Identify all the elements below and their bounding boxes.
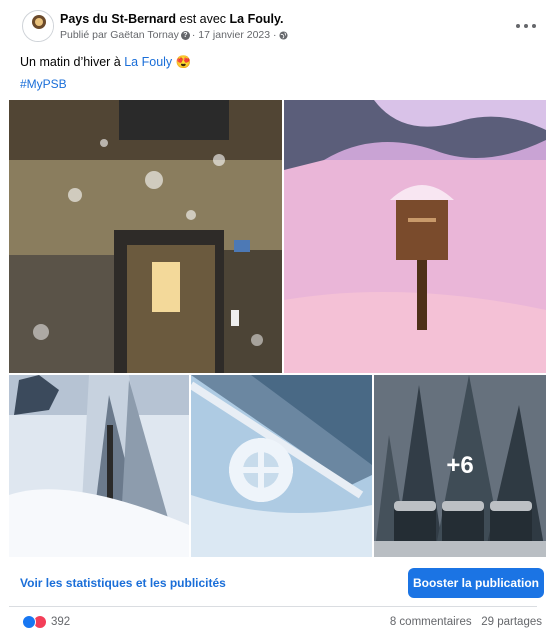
post-text: Un matin d’hiver à La Fouly 😍 xyxy=(20,55,191,70)
photo-snow-trees-more[interactable]: +6 xyxy=(374,375,546,557)
hashtag-link[interactable]: #MyPSB xyxy=(20,77,67,92)
photo-snow-forest[interactable] xyxy=(9,375,189,557)
photo-gallery: +6 xyxy=(9,100,546,557)
globe-icon xyxy=(278,31,288,40)
author-name[interactable]: Pays du St-Bernard xyxy=(60,12,176,26)
info-icon[interactable]: ? xyxy=(180,31,190,40)
post-header: Pays du St-Bernard est avec La Fouly. Pu… xyxy=(0,0,546,50)
post-text-prefix: Un matin d’hiver à xyxy=(20,55,121,69)
reaction-count: 392 xyxy=(51,616,71,628)
page-avatar[interactable] xyxy=(22,10,54,42)
ellipsis-icon xyxy=(516,24,520,28)
photo-chalet-door[interactable] xyxy=(9,100,282,373)
more-options-button[interactable] xyxy=(516,20,536,32)
post-actions: Voir les statistiques et les publicités … xyxy=(0,565,546,601)
place-link[interactable]: La Fouly xyxy=(124,55,172,69)
like-icon xyxy=(22,615,36,629)
with-text: est avec xyxy=(179,12,227,26)
published-by: Publié par Gaëtan Tornay xyxy=(60,29,179,41)
shares-count[interactable]: 29 partages xyxy=(481,616,542,628)
photo-snow-mailbox[interactable] xyxy=(284,100,546,373)
author-line: Pays du St-Bernard est avec La Fouly. xyxy=(60,12,283,27)
heart-eyes-emoji: 😍 xyxy=(175,55,192,69)
reactions-summary[interactable]: 392 xyxy=(22,614,70,630)
post-meta: Publié par Gaëtan Tornay ? · 17 janvier … xyxy=(60,29,288,42)
post-date[interactable]: · 17 janvier 2023 · xyxy=(192,29,277,42)
divider xyxy=(9,606,537,607)
more-photos-count[interactable]: +6 xyxy=(374,375,546,557)
view-insights-link[interactable]: Voir les statistiques et les publicités xyxy=(20,576,226,590)
boost-post-button[interactable]: Booster la publication xyxy=(408,568,544,598)
photo-snow-ornament[interactable] xyxy=(191,375,372,557)
tagged-place[interactable]: La Fouly. xyxy=(230,12,284,26)
comments-count[interactable]: 8 commentaires xyxy=(390,616,472,628)
engagement-counts: 8 commentaires 29 partages xyxy=(390,616,542,628)
